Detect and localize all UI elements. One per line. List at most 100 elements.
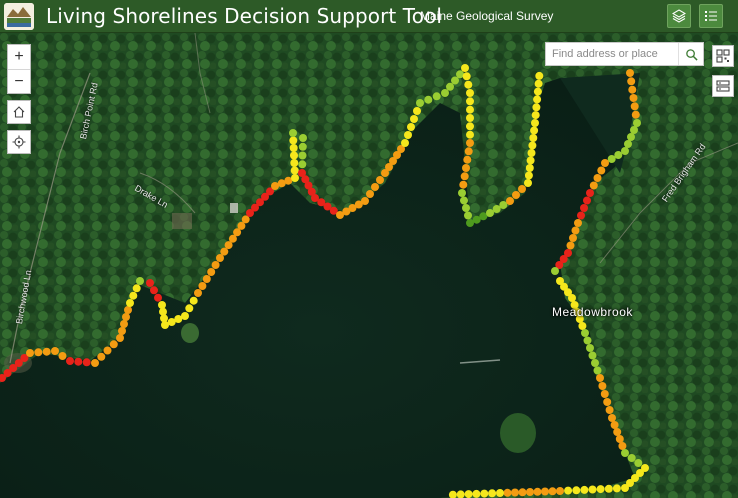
shoreline-point[interactable] <box>466 122 474 131</box>
shoreline-point[interactable] <box>211 261 220 269</box>
shoreline-point[interactable] <box>629 94 638 102</box>
shoreline-point[interactable] <box>42 347 51 356</box>
shoreline-point[interactable] <box>146 279 154 287</box>
shoreline-point[interactable] <box>526 156 535 165</box>
shoreline-point[interactable] <box>506 197 514 205</box>
shoreline-point[interactable] <box>627 77 636 86</box>
shoreline-point[interactable] <box>91 359 99 367</box>
shoreline-point[interactable] <box>466 97 474 106</box>
shoreline-point[interactable] <box>462 72 471 81</box>
shoreline-point[interactable] <box>551 267 559 275</box>
shoreline-point[interactable] <box>26 349 34 357</box>
shoreline-point[interactable] <box>464 80 473 89</box>
shoreline-point[interactable] <box>424 95 433 104</box>
shoreline-point[interactable] <box>530 126 539 135</box>
shoreline-point[interactable] <box>621 147 629 155</box>
shoreline-point[interactable] <box>627 133 635 141</box>
search-input[interactable] <box>546 43 678 65</box>
shoreline-point[interactable] <box>569 234 577 242</box>
shoreline-point[interactable] <box>290 159 299 167</box>
shoreline-point[interactable] <box>586 189 594 197</box>
shoreline-point[interactable] <box>289 144 298 152</box>
shoreline-point[interactable] <box>588 485 597 494</box>
shoreline-point[interactable] <box>150 286 158 295</box>
shoreline-point[interactable] <box>531 111 540 120</box>
shoreline-point[interactable] <box>601 159 609 167</box>
shoreline-point[interactable] <box>126 299 134 307</box>
shoreline-point[interactable] <box>480 489 489 498</box>
shoreline-point[interactable] <box>109 340 118 349</box>
shoreline-point[interactable] <box>299 134 307 142</box>
shoreline-point[interactable] <box>466 130 474 139</box>
shoreline-point[interactable] <box>631 110 640 119</box>
shoreline-point[interactable] <box>160 314 168 323</box>
zoom-in-button[interactable]: + <box>8 45 30 69</box>
shoreline-point[interactable] <box>512 191 520 199</box>
shoreline-point[interactable] <box>503 488 512 497</box>
shoreline-point[interactable] <box>574 219 582 227</box>
shoreline-point[interactable] <box>566 241 575 250</box>
shoreline-point[interactable] <box>136 277 144 285</box>
shoreline-point[interactable] <box>598 382 607 390</box>
shoreline-point[interactable] <box>589 181 598 190</box>
shoreline-point[interactable] <box>548 487 557 496</box>
shoreline-point[interactable] <box>626 69 634 77</box>
shoreline-point[interactable] <box>460 172 469 181</box>
shoreline-point[interactable] <box>527 149 536 157</box>
qr-code-button[interactable] <box>712 45 734 67</box>
shoreline-point[interactable] <box>586 344 594 352</box>
shoreline-point[interactable] <box>630 126 638 134</box>
shoreline-point[interactable] <box>464 211 472 220</box>
shoreline-point[interactable] <box>154 293 162 302</box>
shoreline-point[interactable] <box>531 119 539 127</box>
shoreline-point[interactable] <box>441 89 449 97</box>
shoreline-point[interactable] <box>458 189 466 197</box>
shoreline-point[interactable] <box>605 406 614 414</box>
shoreline-point[interactable] <box>525 164 534 172</box>
shoreline-point[interactable] <box>612 484 621 493</box>
shoreline-point[interactable] <box>580 485 589 494</box>
shoreline-point[interactable] <box>291 174 299 182</box>
search-button[interactable] <box>678 43 703 65</box>
shoreline-point[interactable] <box>194 289 202 297</box>
shoreline-point[interactable] <box>466 89 474 97</box>
shoreline-point[interactable] <box>407 123 415 131</box>
shoreline-point[interactable] <box>464 147 473 156</box>
shoreline-point[interactable] <box>597 166 606 175</box>
shoreline-point[interactable] <box>97 352 106 361</box>
shoreline-point[interactable] <box>120 320 128 328</box>
shoreline-point[interactable] <box>51 347 59 355</box>
shoreline-point[interactable] <box>529 134 538 142</box>
locate-button[interactable] <box>7 130 31 154</box>
shoreline-point[interactable] <box>610 421 619 429</box>
shoreline-point[interactable] <box>518 488 527 497</box>
shoreline-point[interactable] <box>361 197 369 205</box>
shoreline-point[interactable] <box>580 204 588 212</box>
shoreline-point[interactable] <box>541 487 549 496</box>
shoreline-point[interactable] <box>207 268 216 276</box>
shoreline-point[interactable] <box>410 115 418 123</box>
shoreline-point[interactable] <box>185 304 194 313</box>
shoreline-point[interactable] <box>462 164 470 172</box>
map-view[interactable]: Birch Point Rd Drake Ln Birchwood Ln Fre… <box>0 33 738 498</box>
shoreline-point[interactable] <box>528 141 537 150</box>
shoreline-point[interactable] <box>202 275 211 283</box>
shoreline-point[interactable] <box>289 129 297 137</box>
shoreline-point[interactable] <box>613 428 622 436</box>
shoreline-point[interactable] <box>583 196 591 205</box>
shoreline-point[interactable] <box>526 488 534 496</box>
shoreline-point[interactable] <box>290 166 299 175</box>
shoreline-point[interactable] <box>103 346 112 355</box>
shoreline-point[interactable] <box>511 488 519 497</box>
shoreline-point[interactable] <box>499 201 508 209</box>
shoreline-point[interactable] <box>34 348 43 357</box>
shoreline-point[interactable] <box>604 484 613 493</box>
shoreline-point[interactable] <box>568 294 576 302</box>
shoreline-point[interactable] <box>608 414 616 422</box>
shoreline-point[interactable] <box>607 155 616 163</box>
shoreline-point[interactable] <box>524 179 532 187</box>
shoreline-point[interactable] <box>593 174 602 182</box>
shoreline-point[interactable] <box>496 489 504 497</box>
shoreline-point[interactable] <box>533 87 542 96</box>
zoom-out-button[interactable]: − <box>8 69 30 93</box>
